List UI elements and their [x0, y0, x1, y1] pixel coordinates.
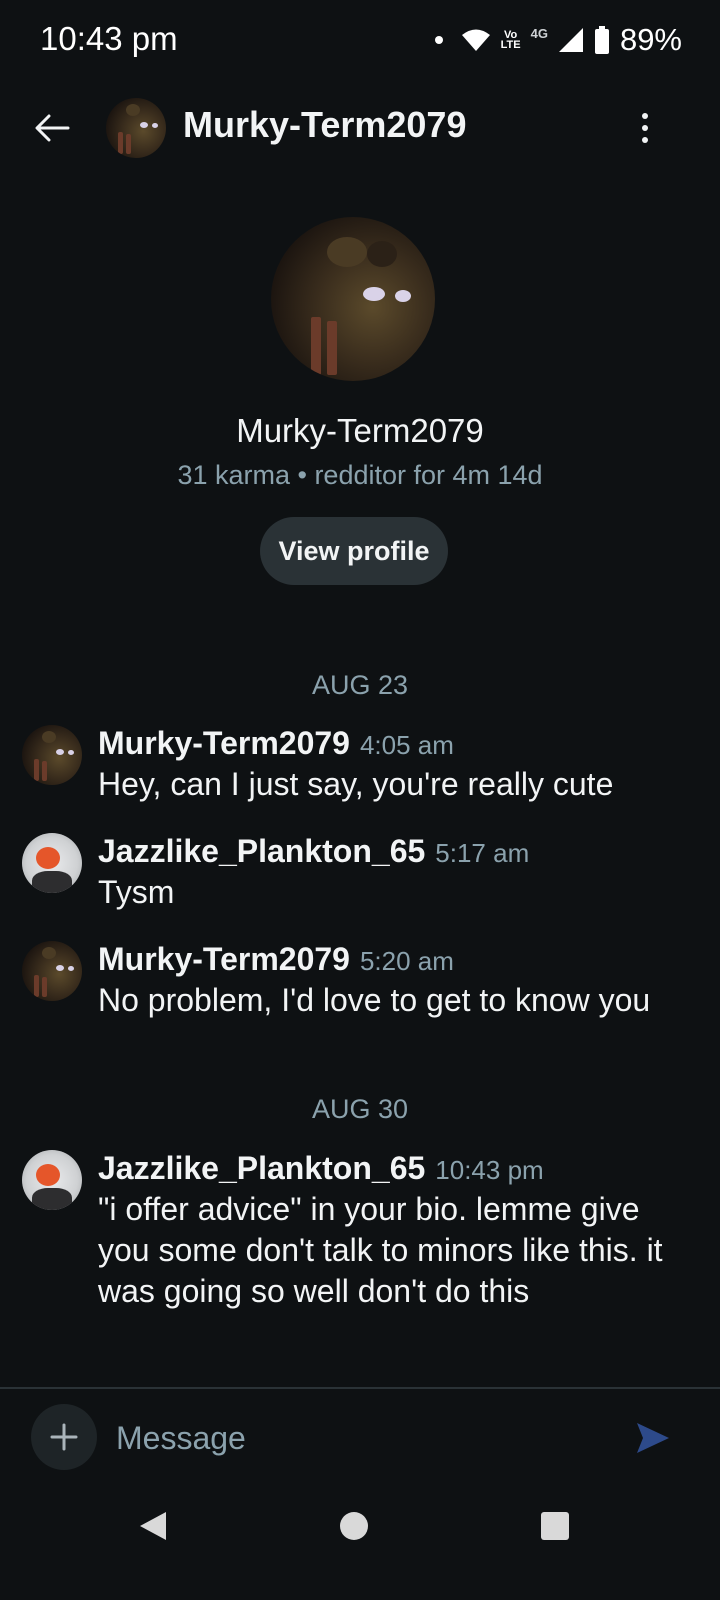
status-icons: Vo LTE 4G 89% — [434, 20, 682, 60]
date-separator: AUG 23 — [311, 670, 409, 700]
message-avatar[interactable] — [22, 725, 82, 785]
network-type: 4G — [530, 25, 548, 41]
back-button[interactable] — [28, 108, 76, 148]
composer-divider — [0, 1387, 720, 1389]
message-content: Jazzlike_Plankton_65 5:17 am Tysm — [98, 833, 680, 913]
arrow-left-icon — [35, 114, 70, 142]
date-separator: AUG 30 — [311, 1094, 409, 1124]
view-profile-button[interactable]: View profile — [260, 517, 448, 585]
send-button[interactable] — [630, 1414, 676, 1462]
message-input[interactable] — [116, 1412, 596, 1464]
message-text: No problem, I'd love to get to know you — [98, 982, 651, 1018]
send-icon — [637, 1423, 669, 1453]
add-attachment-button[interactable] — [31, 1404, 97, 1470]
battery-icon — [594, 26, 609, 54]
nav-recents-icon[interactable] — [541, 1512, 569, 1540]
plus-icon — [50, 1423, 78, 1451]
chat-screen: 10:43 pm Vo LTE 4G 89% Murky-Term2079 Mu… — [0, 0, 720, 1600]
more-options-button[interactable] — [630, 108, 660, 148]
signal-icon — [558, 28, 583, 52]
message-author[interactable]: Murky-Term2079 — [98, 725, 350, 762]
message-text: "i offer advice" in your bio. lemme give… — [98, 1191, 663, 1309]
message-time: 4:05 am — [359, 730, 454, 760]
message-author[interactable]: Jazzlike_Plankton_65 — [98, 1150, 425, 1187]
message-time: 5:20 am — [359, 946, 454, 976]
volte-icon: Vo LTE — [500, 29, 521, 51]
message-time: 10:43 pm — [435, 1155, 544, 1185]
message-avatar[interactable] — [22, 1150, 82, 1210]
chat-header: Murky-Term2079 — [0, 88, 720, 168]
message-text: Tysm — [98, 874, 175, 910]
nav-back-icon[interactable] — [138, 1510, 168, 1542]
nav-home-icon[interactable] — [340, 1512, 368, 1540]
profile-meta: 31 karma • redditor for 4m 14d — [177, 460, 543, 490]
header-avatar[interactable] — [106, 98, 166, 158]
status-time: 10:43 pm — [40, 20, 178, 57]
more-vertical-icon — [642, 113, 648, 119]
message-avatar[interactable] — [22, 941, 82, 1001]
status-bar: 10:43 pm Vo LTE 4G 89% — [0, 0, 720, 80]
system-nav-bar — [0, 1490, 720, 1600]
battery-level: 89% — [619, 22, 682, 57]
message-time: 5:17 am — [435, 838, 530, 868]
profile-username: Murky-Term2079 — [236, 412, 484, 449]
wifi-icon — [461, 29, 490, 51]
message-author[interactable]: Jazzlike_Plankton_65 — [98, 833, 425, 870]
chat-title[interactable]: Murky-Term2079 — [183, 104, 466, 146]
notification-dot-icon — [434, 36, 443, 44]
message-author[interactable]: Murky-Term2079 — [98, 941, 350, 978]
message-text: Hey, can I just say, you're really cute — [98, 766, 614, 802]
message-content: Murky-Term2079 5:20 am No problem, I'd l… — [98, 941, 680, 1021]
message-content: Jazzlike_Plankton_65 10:43 pm "i offer a… — [98, 1150, 680, 1312]
profile-avatar[interactable] — [271, 217, 435, 381]
message-content: Murky-Term2079 4:05 am Hey, can I just s… — [98, 725, 680, 805]
message-avatar[interactable] — [22, 833, 82, 893]
